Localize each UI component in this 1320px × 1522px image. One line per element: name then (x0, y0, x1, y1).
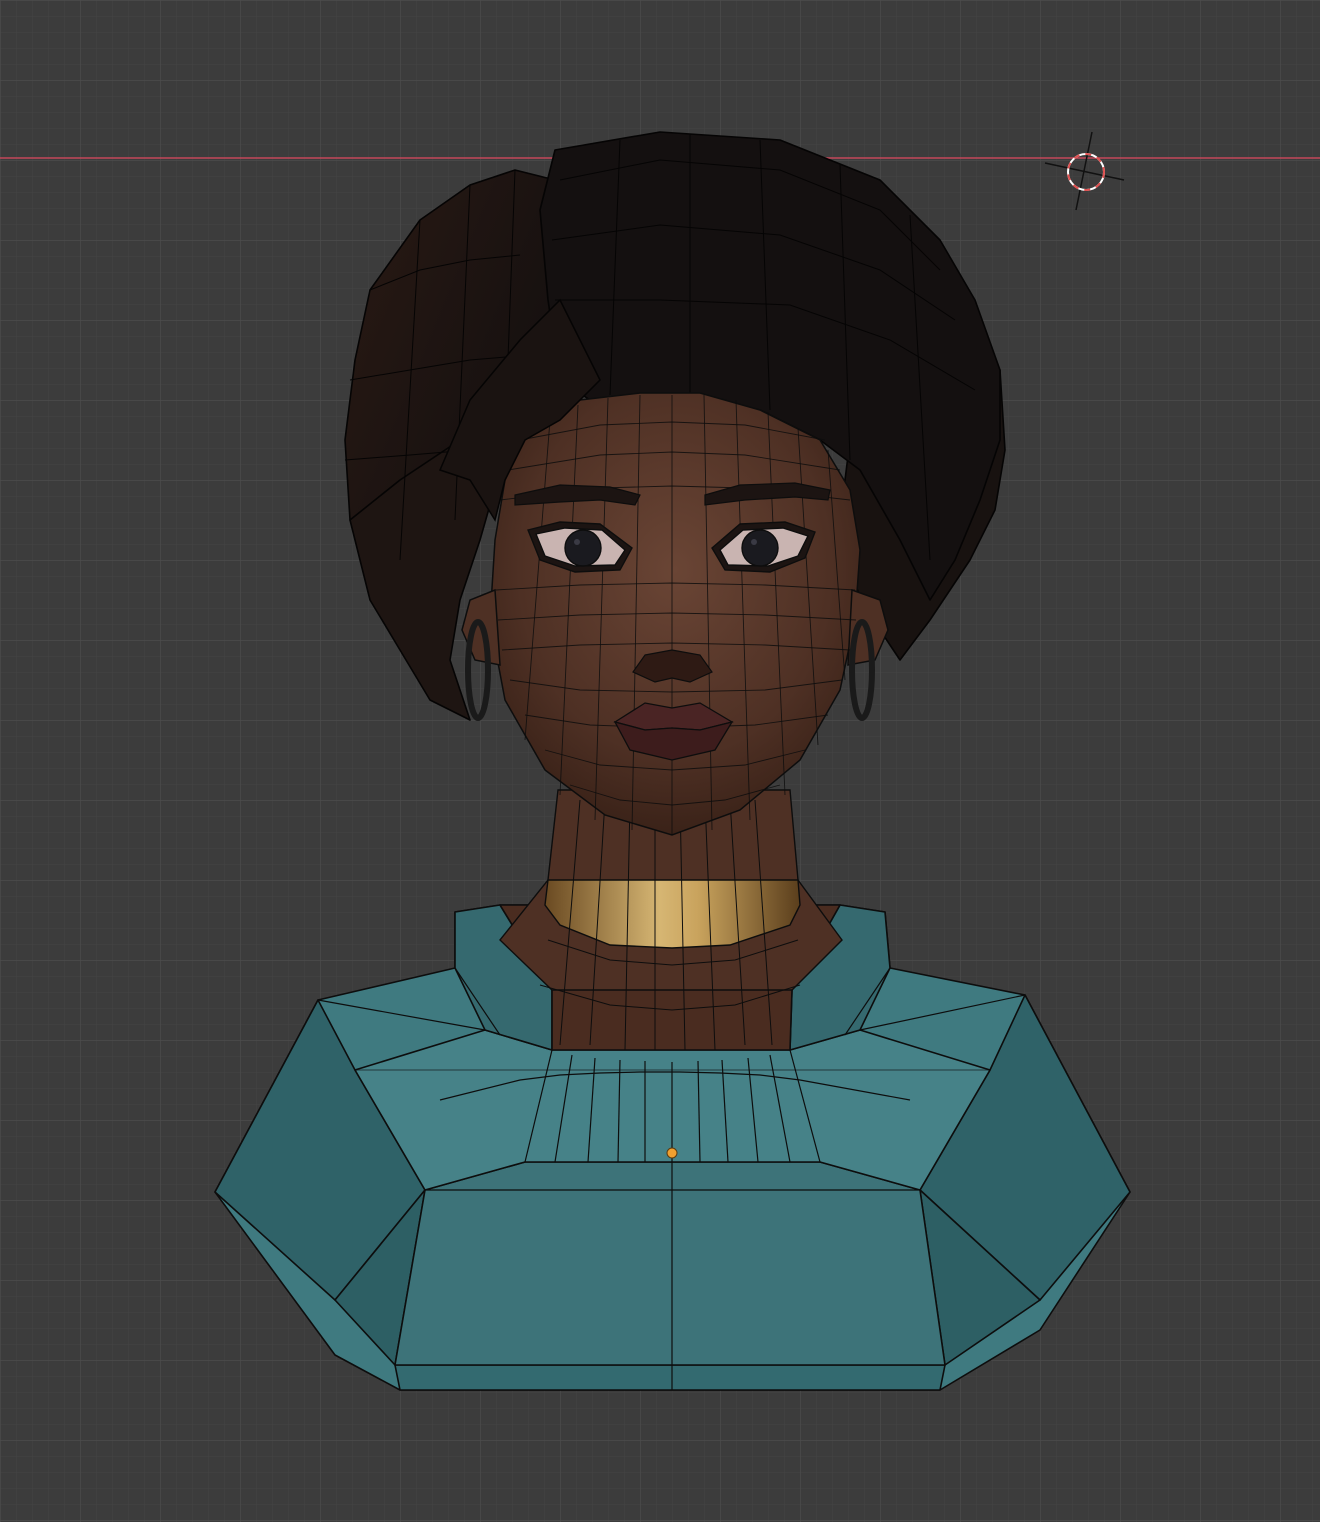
left-pupil (564, 529, 602, 567)
viewport-canvas[interactable] (0, 0, 1320, 1522)
object-origin-dot[interactable] (666, 1147, 678, 1159)
right-pupil (741, 529, 779, 567)
nose (632, 649, 713, 683)
3d-viewport[interactable] (0, 0, 1320, 1522)
